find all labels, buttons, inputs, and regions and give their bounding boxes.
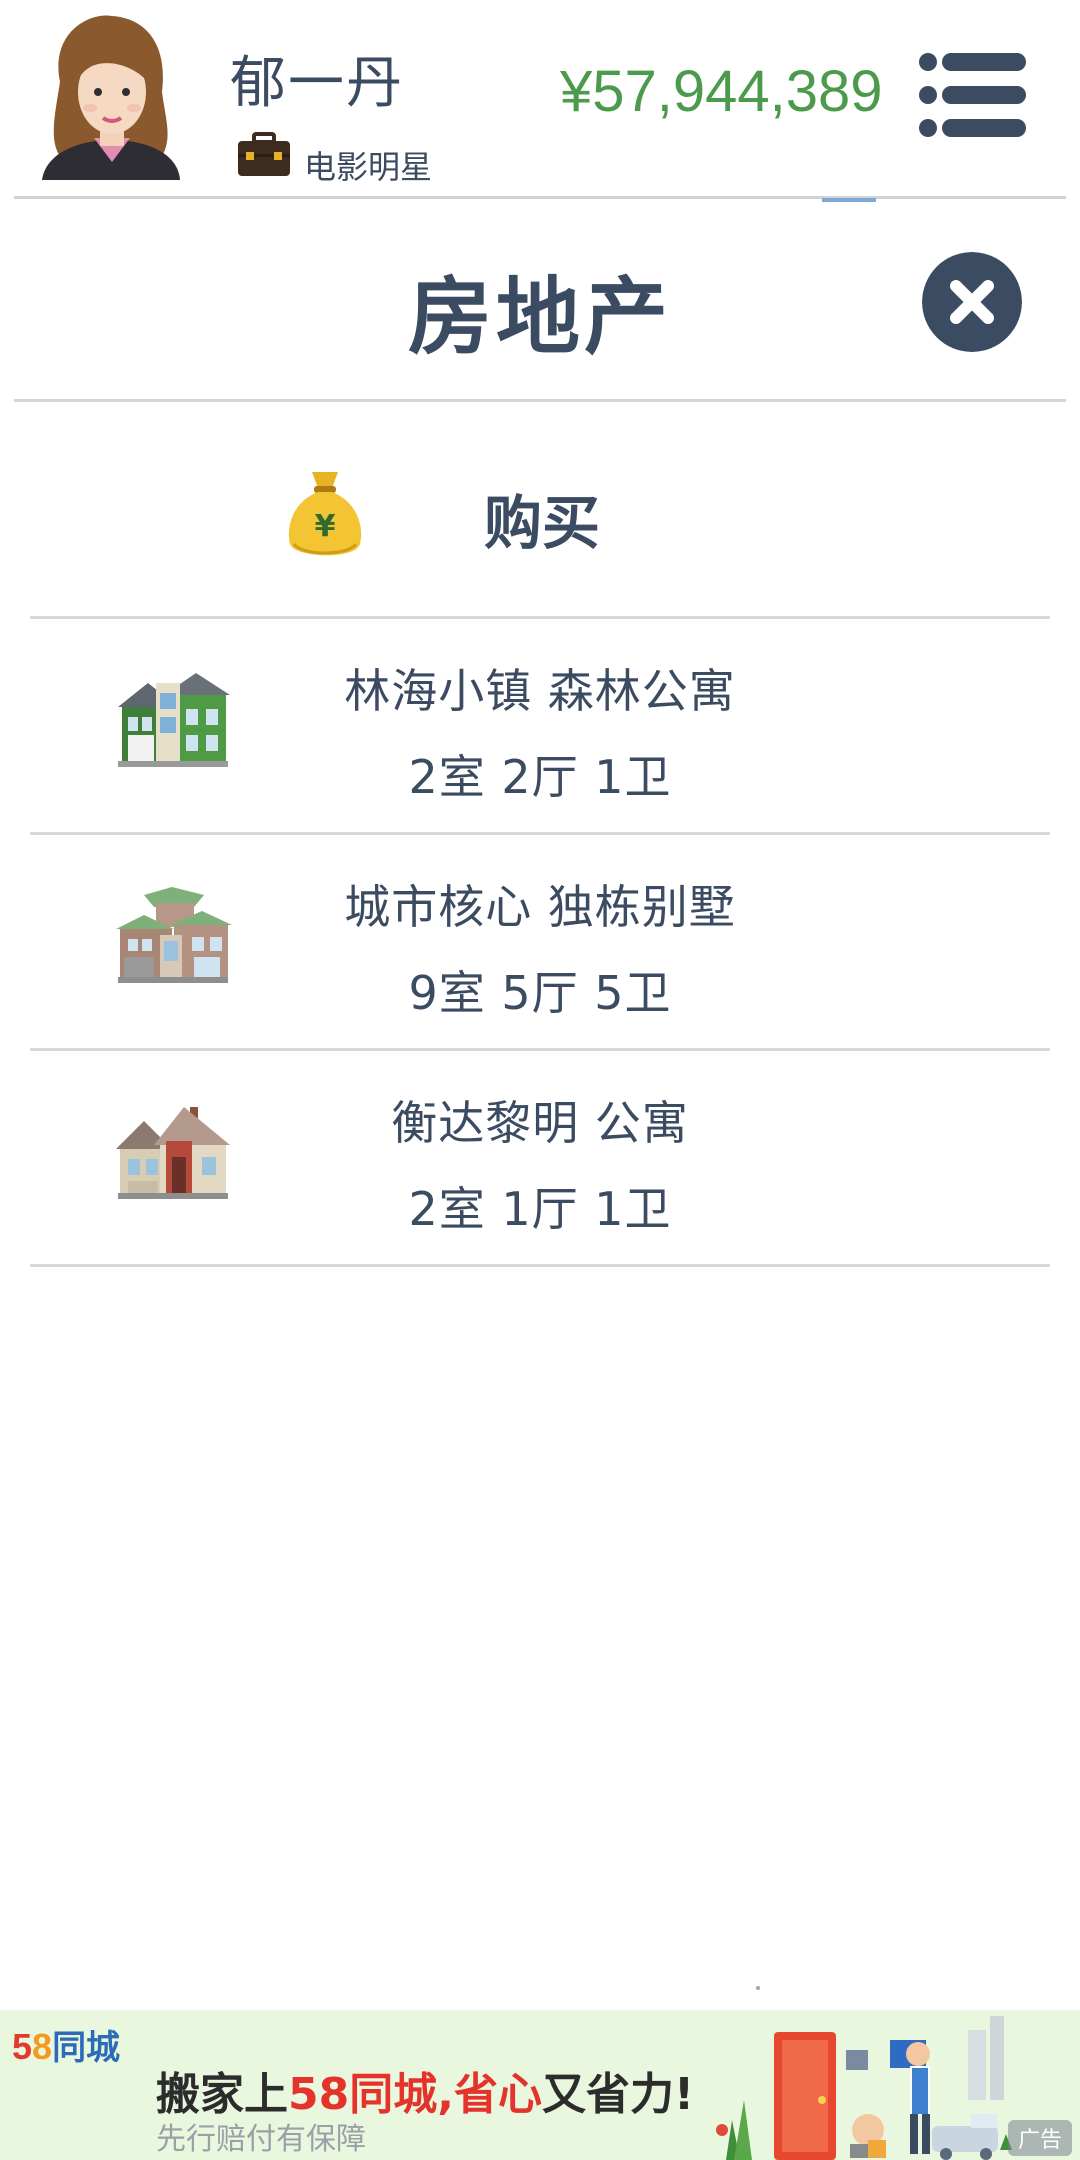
property-item[interactable]: 城市核心 独栋别墅 9室 5厅 5卫	[30, 835, 1050, 1049]
page-title: 房地产	[407, 268, 672, 366]
top-bar: 郁一丹 电影明星 ¥57,944,389	[0, 0, 1080, 202]
buy-tab[interactable]: ¥ 购买	[30, 420, 1050, 616]
property-name: 林海小镇 森林公寓	[344, 664, 736, 718]
property-rooms: 2室 2厅 1卫	[408, 750, 672, 804]
close-icon[interactable]	[922, 252, 1022, 352]
job-title: 电影明星	[304, 148, 433, 186]
page-dot	[756, 1986, 760, 1990]
ad-logo: 58同城	[12, 2026, 121, 2067]
scroll-indicator	[822, 198, 876, 202]
property-item[interactable]: 衡达黎明 公寓 2室 1厅 1卫	[30, 1051, 1050, 1265]
property-name: 城市核心 独栋别墅	[344, 880, 736, 934]
ad-tag: 广告	[1007, 2120, 1072, 2156]
briefcase-icon	[238, 132, 290, 176]
property-rooms: 2室 1厅 1卫	[408, 1182, 672, 1236]
property-name: 衡达黎明 公寓	[391, 1096, 689, 1150]
property-item[interactable]: 林海小镇 森林公寓 2室 2厅 1卫	[30, 619, 1050, 833]
ad-banner[interactable]: 58同城 搬家上58同城,省心又省力! 先行赔付有保障 广告	[0, 2010, 1080, 2160]
title-divider	[14, 399, 1066, 402]
buy-tab-label: 购买	[484, 489, 601, 557]
list-divider	[30, 1264, 1050, 1267]
property-rooms: 9室 5厅 5卫	[408, 966, 672, 1020]
woman-avatar-icon[interactable]	[40, 12, 182, 180]
svg-text:¥: ¥	[315, 509, 336, 544]
header-divider	[14, 196, 1066, 199]
money-balance: ¥57,944,389	[560, 59, 883, 124]
player-name: 郁一丹	[230, 51, 404, 116]
ad-headline: 搬家上58同城,省心又省力!	[156, 2069, 695, 2120]
ad-subline: 先行赔付有保障	[156, 2122, 366, 2157]
money-bag-icon: ¥	[288, 472, 362, 556]
list-menu-icon[interactable]	[918, 52, 1028, 138]
